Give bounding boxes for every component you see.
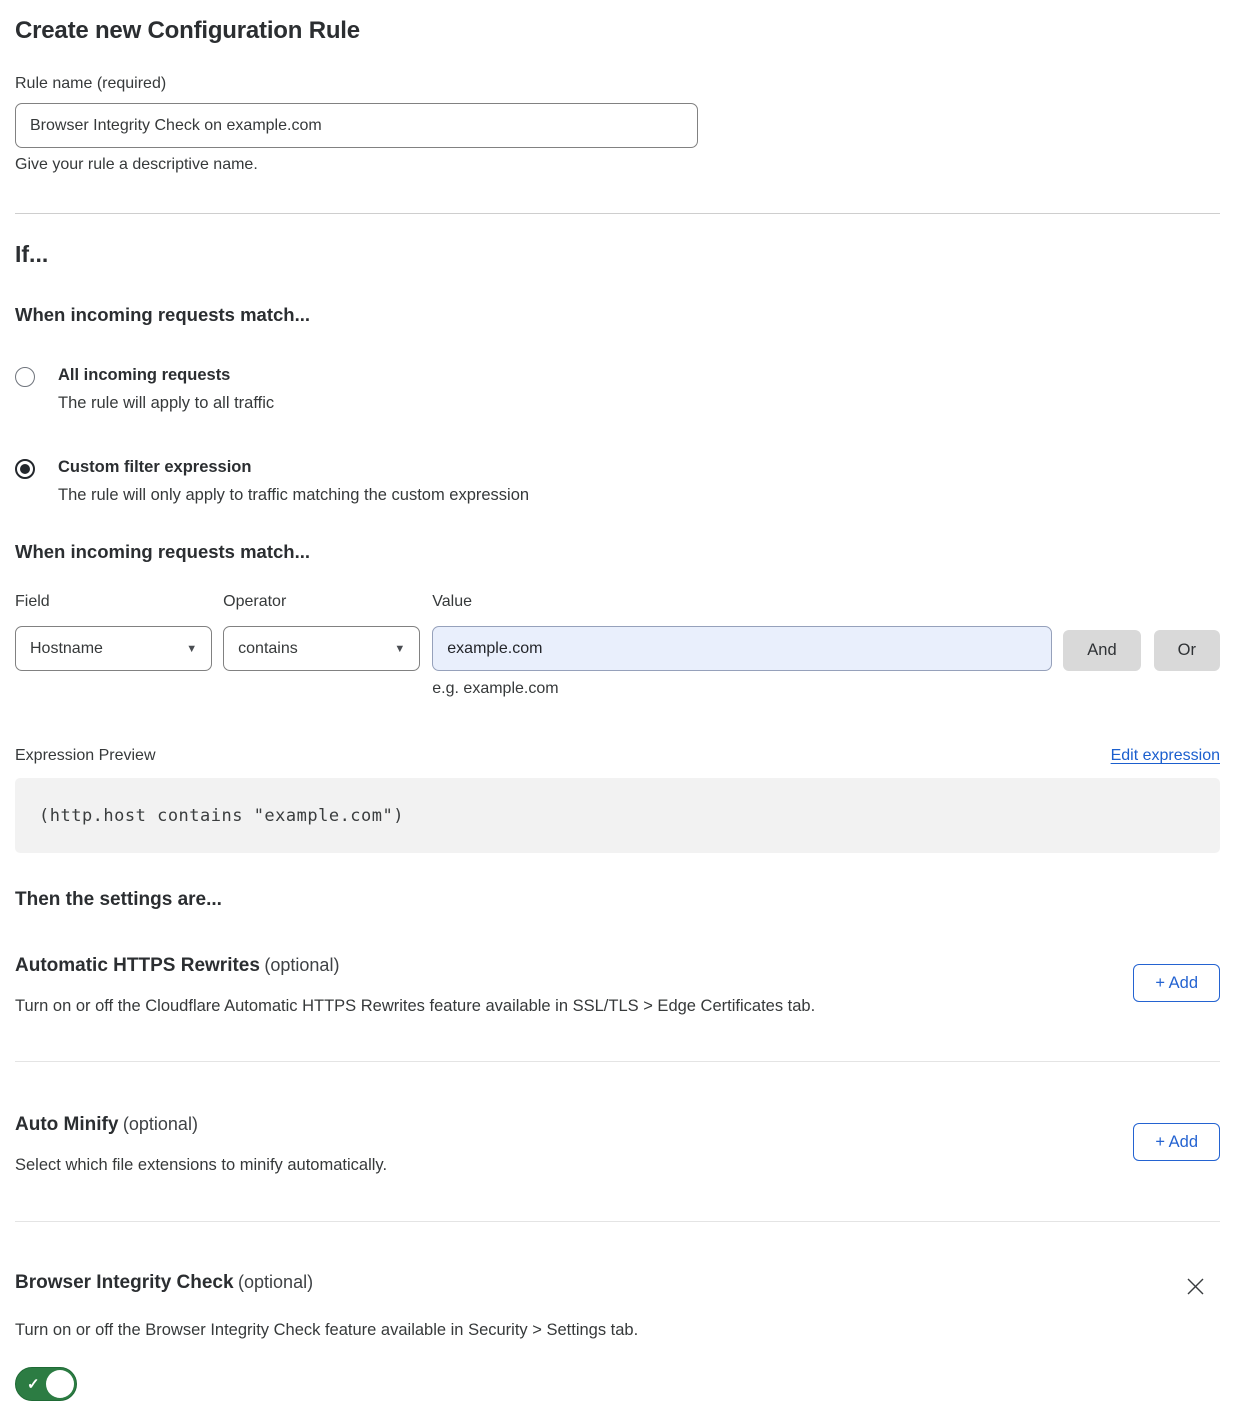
setting-auto-minify: Auto Minify (optional) Select which file… bbox=[15, 1114, 1220, 1175]
match-heading: When incoming requests match... bbox=[15, 304, 1220, 326]
radio-label: All incoming requests bbox=[58, 366, 274, 385]
field-label: Field bbox=[15, 593, 212, 611]
edit-expression-link[interactable]: Edit expression bbox=[1111, 747, 1220, 765]
radio-label: Custom filter expression bbox=[58, 458, 529, 477]
expression-preview-label: Expression Preview bbox=[15, 747, 156, 765]
value-label: Value bbox=[432, 593, 1052, 611]
check-icon: ✓ bbox=[27, 1375, 40, 1393]
setting-title: Automatic HTTPS Rewrites bbox=[15, 955, 260, 976]
setting-title: Auto Minify bbox=[15, 1114, 118, 1135]
add-automatic-https-rewrites-button[interactable]: + Add bbox=[1133, 964, 1220, 1002]
radio-button-selected[interactable] bbox=[15, 459, 35, 479]
page-title: Create new Configuration Rule bbox=[15, 0, 1220, 45]
radio-description: The rule will only apply to traffic matc… bbox=[58, 486, 529, 505]
setting-browser-integrity-check: Browser Integrity Check (optional) Turn … bbox=[15, 1272, 1220, 1406]
operator-select[interactable]: contains ▼ bbox=[223, 626, 420, 671]
setting-divider bbox=[15, 1221, 1220, 1222]
rule-name-section: Rule name (required) Give your rule a de… bbox=[15, 75, 1220, 174]
chevron-down-icon: ▼ bbox=[186, 643, 197, 655]
value-input[interactable] bbox=[432, 626, 1052, 671]
section-divider bbox=[15, 213, 1220, 214]
setting-description: Turn on or off the Browser Integrity Che… bbox=[15, 1321, 1220, 1340]
chevron-down-icon: ▼ bbox=[394, 643, 405, 655]
then-settings-heading: Then the settings are... bbox=[15, 889, 1220, 911]
setting-automatic-https-rewrites: Automatic HTTPS Rewrites (optional) Turn… bbox=[15, 955, 1220, 1016]
radio-description: The rule will apply to all traffic bbox=[58, 394, 274, 413]
expression-builder-row: Field Hostname ▼ Operator contains ▼ Val… bbox=[15, 593, 1220, 698]
setting-title: Browser Integrity Check bbox=[15, 1272, 234, 1293]
browser-integrity-check-toggle[interactable]: ✓ bbox=[15, 1367, 77, 1401]
radio-button-unselected[interactable] bbox=[15, 367, 35, 387]
close-icon bbox=[1185, 1276, 1206, 1297]
setting-optional-tag: (optional) bbox=[264, 955, 339, 975]
or-button[interactable]: Or bbox=[1154, 630, 1220, 671]
rule-name-label: Rule name (required) bbox=[15, 75, 1220, 93]
radio-option-custom-filter[interactable]: Custom filter expression The rule will o… bbox=[15, 458, 1220, 505]
operator-select-value: contains bbox=[238, 640, 298, 658]
add-auto-minify-button[interactable]: + Add bbox=[1133, 1123, 1220, 1161]
value-hint: e.g. example.com bbox=[432, 680, 1052, 698]
radio-option-all-incoming[interactable]: All incoming requests The rule will appl… bbox=[15, 366, 1220, 413]
and-button[interactable]: And bbox=[1063, 630, 1140, 671]
setting-optional-tag: (optional) bbox=[123, 1114, 198, 1134]
rule-name-input[interactable] bbox=[15, 103, 698, 148]
expression-preview-code: (http.host contains "example.com") bbox=[15, 778, 1220, 853]
operator-label: Operator bbox=[223, 593, 420, 611]
expression-builder-heading: When incoming requests match... bbox=[15, 541, 1220, 563]
toggle-knob bbox=[46, 1370, 74, 1398]
field-select[interactable]: Hostname ▼ bbox=[15, 626, 212, 671]
create-configuration-rule-page: Create new Configuration Rule Rule name … bbox=[0, 0, 1237, 1406]
setting-description: Turn on or off the Cloudflare Automatic … bbox=[15, 997, 815, 1016]
rule-name-help: Give your rule a descriptive name. bbox=[15, 156, 1220, 174]
setting-description: Select which file extensions to minify a… bbox=[15, 1156, 387, 1175]
setting-optional-tag: (optional) bbox=[238, 1272, 313, 1292]
setting-divider bbox=[15, 1061, 1220, 1062]
remove-setting-button[interactable] bbox=[1183, 1274, 1208, 1302]
field-select-value: Hostname bbox=[30, 640, 103, 658]
if-heading: If... bbox=[15, 241, 1220, 268]
